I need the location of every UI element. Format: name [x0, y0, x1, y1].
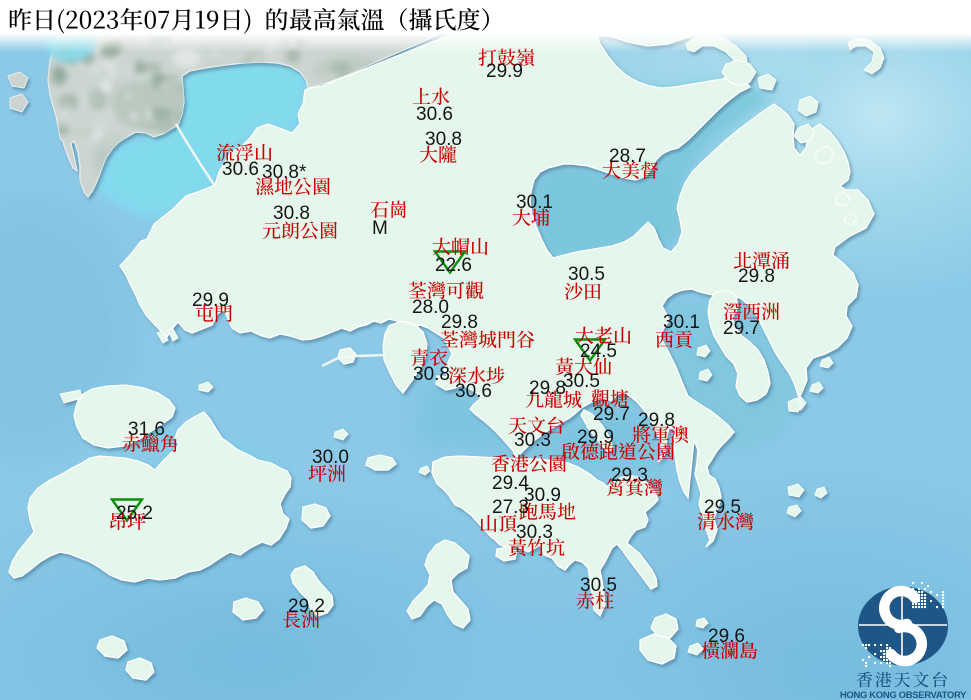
svg-text:30.3: 30.3 — [514, 430, 551, 451]
svg-text:29.8: 29.8 — [441, 312, 478, 333]
svg-text:30.1: 30.1 — [516, 192, 553, 213]
svg-text:30.6: 30.6 — [222, 159, 259, 180]
svg-text:30.6: 30.6 — [416, 104, 453, 125]
svg-text:30.0: 30.0 — [312, 447, 349, 468]
svg-text:27.3: 27.3 — [492, 497, 529, 518]
svg-text:30.8: 30.8 — [273, 203, 310, 224]
svg-text:30.8: 30.8 — [425, 129, 462, 150]
svg-text:29.6: 29.6 — [708, 626, 745, 647]
svg-text:29.8: 29.8 — [738, 266, 775, 287]
svg-text:30.5: 30.5 — [580, 575, 617, 596]
svg-text:29.9: 29.9 — [192, 290, 229, 311]
svg-text:30.3: 30.3 — [516, 522, 553, 543]
svg-text:29.9: 29.9 — [577, 427, 614, 448]
svg-text:29.7: 29.7 — [723, 318, 760, 339]
svg-text:30.5: 30.5 — [563, 371, 600, 392]
svg-text:30.5: 30.5 — [568, 264, 605, 285]
svg-text:M: M — [372, 218, 388, 239]
svg-text:29.9: 29.9 — [486, 61, 523, 82]
svg-text:29.7: 29.7 — [593, 404, 630, 425]
svg-text:HONG KONG OBSERVATORY: HONG KONG OBSERVATORY — [840, 690, 967, 700]
svg-text:29.5: 29.5 — [704, 497, 741, 518]
svg-text:29.8: 29.8 — [529, 378, 566, 399]
svg-text:30.6: 30.6 — [455, 381, 492, 402]
svg-text:30.9: 30.9 — [524, 485, 561, 506]
svg-text:30.8: 30.8 — [413, 364, 450, 385]
svg-text:22.6: 22.6 — [435, 255, 472, 276]
svg-text:29.2: 29.2 — [288, 596, 325, 617]
svg-text:28.7: 28.7 — [609, 146, 646, 167]
svg-text:30.1: 30.1 — [663, 312, 700, 333]
svg-text:29.8: 29.8 — [638, 410, 675, 431]
svg-text:25.2: 25.2 — [116, 503, 153, 524]
svg-text:31.6: 31.6 — [128, 419, 165, 440]
svg-text:29.3: 29.3 — [611, 465, 648, 486]
